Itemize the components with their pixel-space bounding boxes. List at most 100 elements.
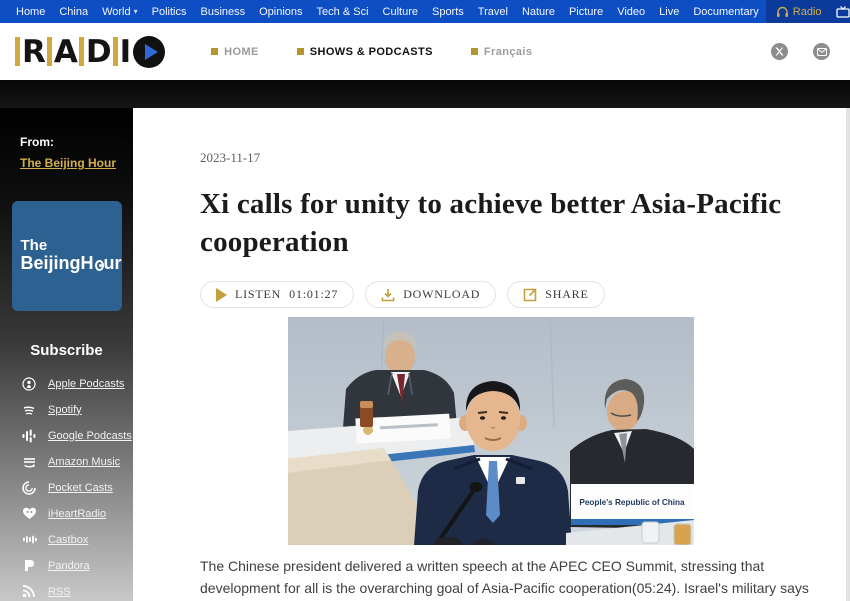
logo-letter: A bbox=[54, 33, 77, 71]
article-photo-apec-summit: People's Republic of China bbox=[288, 317, 694, 545]
pandora-icon bbox=[21, 559, 37, 572]
nav-item-video[interactable]: Video bbox=[610, 6, 652, 18]
headphones-icon bbox=[776, 6, 789, 18]
subscribe-heading: Subscribe bbox=[0, 342, 133, 359]
email-icon[interactable] bbox=[813, 43, 830, 60]
apple-podcasts-icon bbox=[21, 377, 37, 391]
from-label: From: bbox=[20, 135, 133, 149]
beijing-hour-logo-line2: BeijingHur bbox=[21, 253, 122, 274]
action-buttons-row: LISTEN 01:01:27 DOWNLOAD SHARE bbox=[200, 281, 846, 308]
download-icon bbox=[381, 288, 395, 302]
platform-label: Apple Podcasts bbox=[48, 378, 124, 390]
rss-icon bbox=[21, 585, 37, 598]
platform-label: iHeartRadio bbox=[48, 508, 106, 520]
pocket-casts-icon bbox=[21, 481, 37, 495]
nav-item-world-label: World bbox=[102, 6, 131, 18]
bullet-square-icon bbox=[471, 48, 478, 55]
tv-icon bbox=[836, 6, 850, 18]
download-button[interactable]: DOWNLOAD bbox=[365, 281, 496, 308]
beijing-hour-o-icon bbox=[95, 260, 104, 271]
platform-label: Pocket Casts bbox=[48, 482, 113, 494]
beijing-hour-logo-line1: The bbox=[21, 238, 122, 253]
top-right-controls: Radio TV bbox=[766, 0, 850, 23]
nav-item-world[interactable]: World▾ bbox=[95, 6, 145, 18]
bullet-square-icon bbox=[211, 48, 218, 55]
logo-letter: I bbox=[120, 33, 131, 71]
logo-letter: D bbox=[86, 33, 111, 71]
spotify-icon bbox=[21, 403, 37, 417]
logo-letter: R bbox=[22, 33, 45, 71]
platform-label: Google Podcasts bbox=[48, 430, 132, 442]
bullet-square-icon bbox=[297, 48, 304, 55]
platform-label: Castbox bbox=[48, 534, 88, 546]
country-placard: People's Republic of China bbox=[571, 484, 694, 525]
logo-bar bbox=[79, 37, 84, 66]
menu-lang-label: Français bbox=[484, 46, 532, 58]
nav-item-business[interactable]: Business bbox=[193, 6, 252, 18]
logo-play-icon bbox=[133, 36, 165, 68]
nav-item-tech-sci[interactable]: Tech & Sci bbox=[310, 6, 376, 18]
platform-rss[interactable]: RSS bbox=[21, 584, 133, 599]
radio-logo[interactable]: R A D I bbox=[13, 33, 165, 71]
castbox-icon bbox=[21, 533, 37, 546]
show-link-beijing-hour[interactable]: The Beijing Hour bbox=[20, 156, 116, 170]
play-icon bbox=[216, 288, 227, 302]
menu-item-shows-podcasts[interactable]: SHOWS & PODCASTS bbox=[297, 46, 433, 58]
amazon-music-icon bbox=[21, 455, 37, 469]
article-date: 2023-11-17 bbox=[200, 150, 846, 166]
platform-label: RSS bbox=[48, 586, 71, 598]
top-nav-bar: Home China World▾ Politics Business Opin… bbox=[0, 0, 850, 23]
nav-item-travel[interactable]: Travel bbox=[471, 6, 515, 18]
nav-item-culture[interactable]: Culture bbox=[376, 6, 425, 18]
listen-button[interactable]: LISTEN 01:01:27 bbox=[200, 281, 354, 308]
logo-bar bbox=[47, 37, 52, 66]
nav-item-nature[interactable]: Nature bbox=[515, 6, 562, 18]
platform-spotify[interactable]: Spotify bbox=[21, 402, 133, 417]
radio-tab[interactable]: Radio bbox=[776, 6, 822, 18]
article-title: Xi calls for unity to achieve better Asi… bbox=[200, 185, 825, 261]
share-icon bbox=[523, 288, 537, 302]
site-header: R A D I HOME SHOWS & PODCASTS Français bbox=[0, 23, 850, 80]
nav-item-politics[interactable]: Politics bbox=[145, 6, 194, 18]
menu-item-home[interactable]: HOME bbox=[211, 46, 259, 58]
platform-pocket-casts[interactable]: Pocket Casts bbox=[21, 480, 133, 495]
nav-item-home[interactable]: Home bbox=[9, 6, 52, 18]
share-label: SHARE bbox=[545, 287, 588, 302]
platform-google-podcasts[interactable]: Google Podcasts bbox=[21, 428, 133, 443]
platform-pandora[interactable]: Pandora bbox=[21, 558, 133, 573]
platform-label: Amazon Music bbox=[48, 456, 120, 468]
placard-text: People's Republic of China bbox=[579, 498, 685, 507]
show-sidebar: From: The Beijing Hour The BeijingHur Su… bbox=[0, 108, 133, 601]
x-twitter-icon[interactable] bbox=[771, 43, 788, 60]
nav-item-opinions[interactable]: Opinions bbox=[252, 6, 309, 18]
nav-item-china[interactable]: China bbox=[52, 6, 95, 18]
article-content: 2023-11-17 Xi calls for unity to achieve… bbox=[133, 108, 850, 601]
nav-item-sports[interactable]: Sports bbox=[425, 6, 471, 18]
nav-item-picture[interactable]: Picture bbox=[562, 6, 610, 18]
menu-home-label: HOME bbox=[224, 46, 259, 58]
header-social-icons bbox=[771, 43, 830, 60]
google-podcasts-icon bbox=[21, 429, 37, 443]
platform-iheartradio[interactable]: iHeartRadio bbox=[21, 506, 133, 521]
episode-duration: 01:01:27 bbox=[289, 287, 338, 302]
beijing-hour-logo[interactable]: The BeijingHur bbox=[12, 201, 122, 311]
header-menu: HOME SHOWS & PODCASTS Français bbox=[211, 46, 532, 58]
share-button[interactable]: SHARE bbox=[507, 281, 604, 308]
nav-item-live[interactable]: Live bbox=[652, 6, 686, 18]
logo-bar bbox=[15, 37, 20, 66]
chevron-down-icon: ▾ bbox=[134, 7, 138, 16]
black-divider-strip bbox=[0, 80, 850, 108]
nav-item-documentary[interactable]: Documentary bbox=[686, 6, 765, 18]
menu-item-francais[interactable]: Français bbox=[471, 46, 532, 58]
top-nav: Home China World▾ Politics Business Opin… bbox=[0, 0, 766, 23]
platform-label: Spotify bbox=[48, 404, 82, 416]
platform-amazon-music[interactable]: Amazon Music bbox=[21, 454, 133, 469]
episode-summary: The Chinese president delivered a writte… bbox=[200, 556, 814, 601]
tv-tab[interactable]: TV bbox=[836, 6, 850, 18]
platform-apple-podcasts[interactable]: Apple Podcasts bbox=[21, 376, 133, 391]
body-row: From: The Beijing Hour The BeijingHur Su… bbox=[0, 108, 850, 601]
platform-castbox[interactable]: Castbox bbox=[21, 532, 133, 547]
platform-label: Pandora bbox=[48, 560, 90, 572]
download-label: DOWNLOAD bbox=[403, 287, 480, 302]
beijing-hour-logo-text-b: ur bbox=[104, 253, 122, 274]
